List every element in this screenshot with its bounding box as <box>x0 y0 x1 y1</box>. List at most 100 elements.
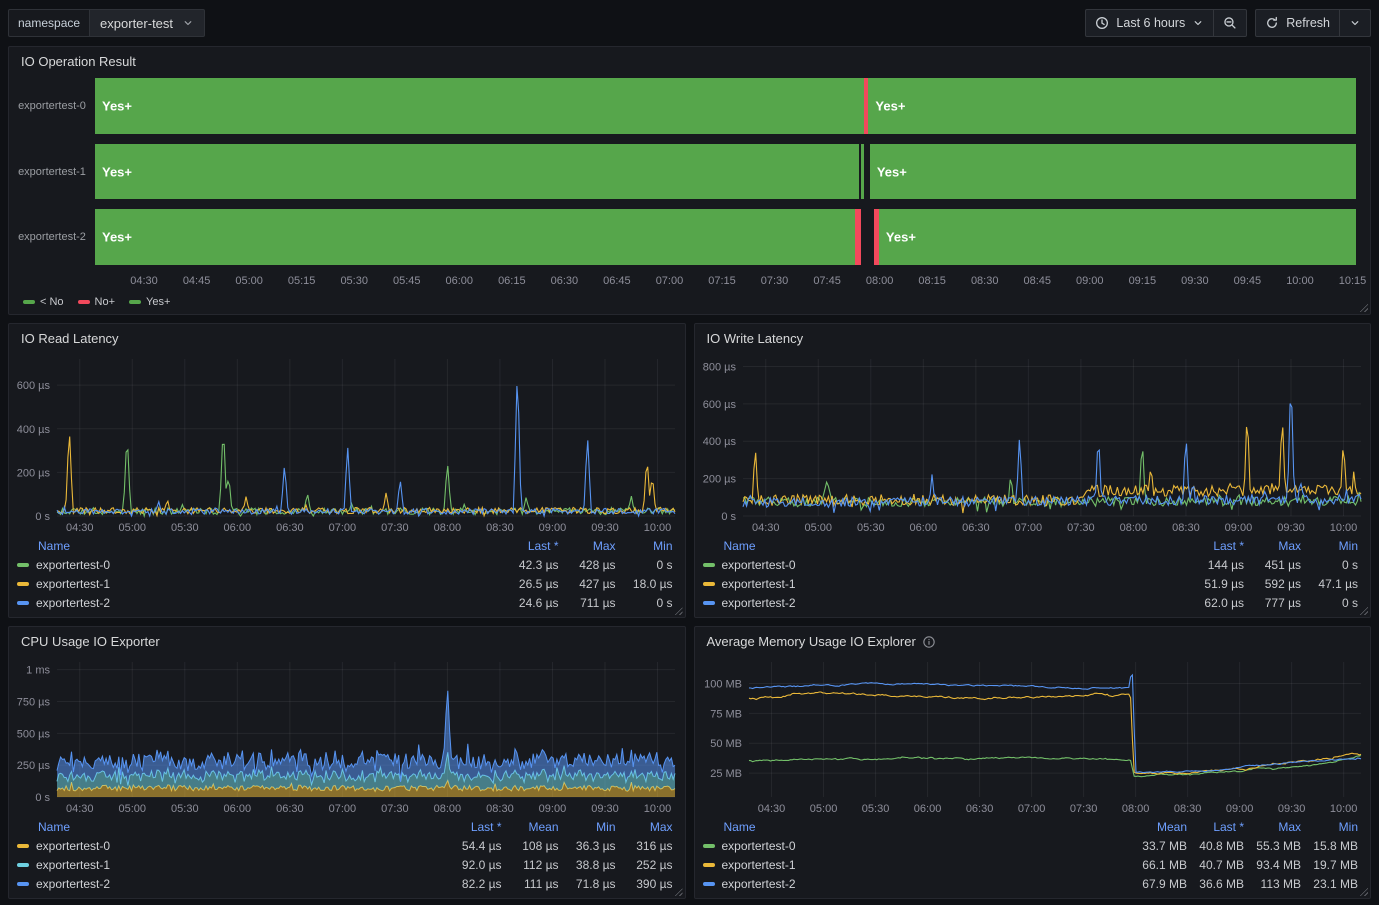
legend-row[interactable]: exportertest-2 62.0 µs 777 µs 0 s <box>703 593 1359 612</box>
legend-col-last[interactable]: Last * <box>502 539 559 553</box>
legend-col-max[interactable]: Max <box>1244 539 1301 553</box>
series-name[interactable]: exportertest-0 <box>17 839 445 853</box>
refresh-interval-dropdown[interactable] <box>1340 9 1371 37</box>
svg-text:25 MB: 25 MB <box>710 768 742 780</box>
legend-col-min[interactable]: Min <box>616 539 673 553</box>
stat-max: 427 µs <box>559 577 616 591</box>
timeline-segment-yes[interactable]: Yes+ <box>879 209 1356 265</box>
timeline-segment-yes[interactable]: Yes+ <box>95 209 855 265</box>
refresh-label: Refresh <box>1286 16 1330 30</box>
legend-col-max[interactable]: Max <box>616 820 673 834</box>
legend-col-mean[interactable]: Mean <box>1130 820 1187 834</box>
series-name[interactable]: exportertest-0 <box>17 558 502 572</box>
legend-col-last[interactable]: Last * <box>445 820 502 834</box>
timeline-segment-yes[interactable]: Yes+ <box>95 144 859 200</box>
series-name[interactable]: exportertest-1 <box>17 577 502 591</box>
legend-row[interactable]: exportertest-1 51.9 µs 592 µs 47.1 µs <box>703 574 1359 593</box>
panel-header[interactable]: IO Operation Result <box>9 47 1370 74</box>
x-tick-label: 10:15 <box>1339 275 1367 287</box>
timeline-segment-yes[interactable]: Yes+ <box>868 78 1356 134</box>
timeline-segment-yes[interactable]: Yes+ <box>95 78 864 134</box>
zoom-out-button[interactable] <box>1214 9 1247 37</box>
svg-text:07:30: 07:30 <box>381 522 409 534</box>
legend-item[interactable]: Yes+ <box>129 296 170 308</box>
timeline-x-axis: 04:3004:4505:0005:1505:3005:4506:0006:15… <box>95 273 1356 290</box>
legend-col-last[interactable]: Last * <box>1187 820 1244 834</box>
legend-row[interactable]: exportertest-1 26.5 µs 427 µs 18.0 µs <box>17 574 673 593</box>
panel-header[interactable]: Average Memory Usage IO Explorer <box>695 627 1371 654</box>
x-tick-label: 08:30 <box>971 275 999 287</box>
legend-col-max[interactable]: Max <box>1244 820 1301 834</box>
timeline-row: exportertest-0Yes+Yes+ <box>9 78 1370 134</box>
svg-text:05:00: 05:00 <box>119 522 147 534</box>
stat-last: 54.4 µs <box>445 839 502 853</box>
refresh-button[interactable]: Refresh <box>1255 9 1340 37</box>
series-name[interactable]: exportertest-2 <box>17 877 445 891</box>
series-name[interactable]: exportertest-1 <box>703 858 1131 872</box>
legend-col-name[interactable]: Name <box>703 820 1131 834</box>
panel-header[interactable]: IO Read Latency <box>9 324 685 351</box>
svg-text:200 µs: 200 µs <box>17 467 51 479</box>
namespace-variable-select[interactable]: exporter-test <box>90 9 205 37</box>
timeline-segment-lt_no[interactable] <box>861 144 863 200</box>
chevron-down-icon <box>182 17 194 29</box>
legend-col-mean[interactable]: Mean <box>502 820 559 834</box>
timeline-segment-no_plus[interactable] <box>855 209 861 265</box>
legend-col-name[interactable]: Name <box>703 539 1188 553</box>
series-name[interactable]: exportertest-1 <box>17 858 445 872</box>
legend-row[interactable]: exportertest-0 33.7 MB 40.8 MB 55.3 MB 1… <box>703 836 1359 855</box>
legend-row[interactable]: exportertest-1 92.0 µs 112 µs 38.8 µs 25… <box>17 855 673 874</box>
time-picker-group: Last 6 hours <box>1085 9 1247 37</box>
timeline-row: exportertest-2Yes+Yes+ <box>9 209 1370 265</box>
legend-swatch <box>23 300 35 304</box>
legend-row[interactable]: exportertest-2 82.2 µs 111 µs 71.8 µs 39… <box>17 874 673 893</box>
legend-col-min[interactable]: Min <box>1301 820 1358 834</box>
x-tick-label: 04:45 <box>183 275 211 287</box>
legend-row[interactable]: exportertest-0 54.4 µs 108 µs 36.3 µs 31… <box>17 836 673 855</box>
svg-text:750 µs: 750 µs <box>17 696 51 708</box>
time-range-picker[interactable]: Last 6 hours <box>1085 9 1214 37</box>
series-name[interactable]: exportertest-0 <box>703 839 1131 853</box>
panel-header[interactable]: CPU Usage IO Exporter <box>9 627 685 654</box>
x-tick-label: 05:00 <box>235 275 263 287</box>
io-write-latency-chart[interactable]: 04:3005:0005:3006:0006:3007:0007:3008:00… <box>695 351 1371 536</box>
x-tick-label: 06:00 <box>446 275 474 287</box>
io-read-latency-chart[interactable]: 04:3005:0005:3006:0006:3007:0007:3008:00… <box>9 351 685 536</box>
legend-row[interactable]: exportertest-2 24.6 µs 711 µs 0 s <box>17 593 673 612</box>
legend-row[interactable]: exportertest-0 144 µs 451 µs 0 s <box>703 555 1359 574</box>
timeline-segment-yes[interactable]: Yes+ <box>870 144 1356 200</box>
series-name[interactable]: exportertest-2 <box>703 877 1131 891</box>
series-name[interactable]: exportertest-2 <box>17 596 502 610</box>
timeline-legend: < No No+ Yes+ <box>9 290 1370 314</box>
svg-text:05:30: 05:30 <box>171 803 199 815</box>
legend-col-min[interactable]: Min <box>1301 539 1358 553</box>
namespace-variable-picker: namespace exporter-test <box>8 9 205 37</box>
panel-header[interactable]: IO Write Latency <box>695 324 1371 351</box>
stat-last: 62.0 µs <box>1187 596 1244 610</box>
legend-col-name[interactable]: Name <box>17 820 445 834</box>
state-timeline-chart[interactable]: exportertest-0Yes+Yes+exportertest-1Yes+… <box>9 74 1370 290</box>
svg-text:04:30: 04:30 <box>751 522 779 534</box>
series-name[interactable]: exportertest-2 <box>703 596 1188 610</box>
time-controls: Last 6 hours Refresh <box>1085 9 1371 37</box>
stat-max: 93.4 MB <box>1244 858 1301 872</box>
legend-item[interactable]: < No <box>23 296 64 308</box>
info-icon[interactable] <box>922 635 936 649</box>
series-name[interactable]: exportertest-1 <box>703 577 1188 591</box>
stat-min: 0 s <box>616 596 673 610</box>
memory-usage-chart[interactable]: 04:3005:0005:3006:0006:3007:0007:3008:00… <box>695 654 1371 817</box>
cpu-usage-svg: 04:3005:0005:3006:0006:3007:0007:3008:00… <box>9 654 685 817</box>
x-tick-label: 09:45 <box>1234 275 1262 287</box>
legend-col-max[interactable]: Max <box>559 539 616 553</box>
legend-col-name[interactable]: Name <box>17 539 502 553</box>
legend-row[interactable]: exportertest-0 42.3 µs 428 µs 0 s <box>17 555 673 574</box>
legend-row[interactable]: exportertest-1 66.1 MB 40.7 MB 93.4 MB 1… <box>703 855 1359 874</box>
cpu-usage-chart[interactable]: 04:3005:0005:3006:0006:3007:0007:3008:00… <box>9 654 685 817</box>
svg-text:07:00: 07:00 <box>1014 522 1042 534</box>
legend-col-last[interactable]: Last * <box>1187 539 1244 553</box>
series-name[interactable]: exportertest-0 <box>703 558 1188 572</box>
legend-item[interactable]: No+ <box>78 296 116 308</box>
legend-col-min[interactable]: Min <box>559 820 616 834</box>
svg-text:06:30: 06:30 <box>276 803 304 815</box>
legend-row[interactable]: exportertest-2 67.9 MB 36.6 MB 113 MB 23… <box>703 874 1359 893</box>
